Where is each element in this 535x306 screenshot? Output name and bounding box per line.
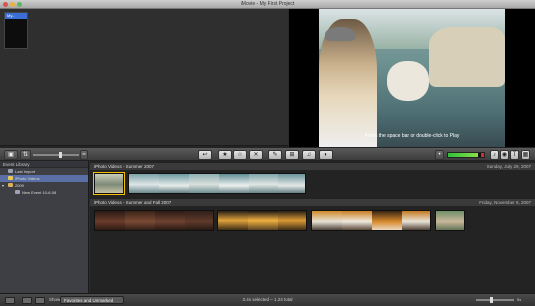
audio-level-fill <box>448 153 478 157</box>
star-filled-icon: ★ <box>222 152 228 158</box>
event-browser: iPhoto Videos - Summer 2007 Sunday, July… <box>90 161 535 293</box>
main-toolbar: ▣ ⇅ ≈ ↩ ★ ☆ ✕ ✎ ⊞ ♫ ◐ • ♪ ◉ T ▦ <box>0 147 535 161</box>
audio-level-meter <box>447 152 485 158</box>
keyword-button[interactable]: ✎ <box>268 150 282 160</box>
window-title: iMovie - My First Project <box>240 1 295 7</box>
event-zoom-slider[interactable] <box>476 297 514 303</box>
event-date: Friday, November 9, 2007 <box>479 200 531 205</box>
crop-icon: ⊞ <box>289 152 295 158</box>
viewer[interactable]: Press the space bar or double-click to P… <box>289 9 535 147</box>
library-item-label: 2009 <box>15 183 24 188</box>
unmark-button[interactable]: ☆ <box>233 150 247 160</box>
folder-icon <box>8 183 13 187</box>
title-bar: iMovie - My First Project <box>0 0 535 9</box>
library-item-label: New Event 10-6-08 <box>22 190 57 195</box>
swap-panes-button[interactable]: ⇅ <box>20 150 31 160</box>
video-clip[interactable] <box>217 210 307 231</box>
video-clip[interactable] <box>435 210 465 231</box>
speaker-icon: ♫ <box>306 152 312 158</box>
import-button[interactable]: ↩ <box>198 150 212 160</box>
video-clip[interactable] <box>128 173 306 194</box>
camera-import-button[interactable]: ▣ <box>4 150 18 160</box>
event-title: iPhoto Videos - Summer and Fall 2007 <box>94 200 172 205</box>
polar-bear <box>387 61 429 101</box>
selection-status: 3.4s selected – 1.24 total <box>242 297 293 302</box>
titles-browser-button[interactable]: T <box>510 150 519 160</box>
project-title-tag: My... <box>5 13 27 19</box>
import-icon: ↩ <box>202 152 208 158</box>
audio-peak-indicator <box>481 153 484 157</box>
x-icon: ✕ <box>253 152 259 158</box>
globe-icon: ▦ <box>522 152 529 158</box>
event-icon <box>15 190 20 194</box>
event-title: iPhoto Videos - Summer 2007 <box>94 164 154 169</box>
viewer-caption: Press the space bar or double-click to P… <box>364 133 460 139</box>
library-item-iphoto-videos[interactable]: iPhoto Videos <box>0 175 88 182</box>
swap-icon: ⇅ <box>22 152 29 158</box>
video-clip[interactable] <box>93 172 125 195</box>
child-figure <box>319 19 377 147</box>
maps-browser-button[interactable]: ▦ <box>521 150 530 160</box>
event-date: Sunday, July 29, 2007 <box>486 164 531 169</box>
favorite-button[interactable]: ★ <box>218 150 232 160</box>
project-thumbnail[interactable]: My... <box>4 12 28 49</box>
music-note-icon: ♪ <box>493 152 496 158</box>
crop-button[interactable]: ⊞ <box>285 150 299 160</box>
preview-frame <box>319 9 505 147</box>
camera-photo-icon: ◉ <box>501 152 508 158</box>
star-outline-icon: ☆ <box>237 152 243 158</box>
film-icon <box>8 169 13 173</box>
disclosure-triangle-icon[interactable]: ▾ <box>2 182 5 188</box>
project-pane: My... 4s total <box>0 9 288 155</box>
thumbnail-duration: 5s <box>517 297 522 302</box>
key-icon: ✎ <box>272 152 278 158</box>
info-icon: ◐ <box>324 152 328 158</box>
thumbnail-size-knob[interactable] <box>59 152 62 158</box>
voiceover-button[interactable]: • <box>435 150 444 160</box>
event-header: iPhoto Videos - Summer and Fall 2007 Fri… <box>90 199 535 206</box>
thumbnail-size-slider[interactable] <box>33 152 79 158</box>
event-zoom-knob[interactable] <box>490 297 493 303</box>
camera-icon: ▣ <box>8 152 14 158</box>
music-browser-button[interactable]: ♪ <box>490 150 499 160</box>
event-library-header: Event Library <box>0 161 88 168</box>
photo-browser-button[interactable]: ◉ <box>500 150 509 160</box>
mic-icon: • <box>438 152 441 158</box>
event-library: Event Library Last Import iPhoto Videos … <box>0 161 89 293</box>
library-item-label: Last Import <box>15 169 36 174</box>
reject-button[interactable]: ✕ <box>249 150 263 160</box>
inspector-button[interactable]: ◐ <box>319 150 333 160</box>
waveform-icon: ≈ <box>82 152 86 158</box>
library-item-new-event[interactable]: New Event 10-6-08 <box>0 189 88 196</box>
library-item-last-import[interactable]: Last Import <box>0 168 88 175</box>
bottom-bar: Show: Favorites and Unmarked 3.4s select… <box>0 293 535 306</box>
library-item-2009[interactable]: ▾ 2009 <box>0 182 88 189</box>
library-item-label: iPhoto Videos <box>15 176 40 181</box>
video-clip[interactable] <box>94 210 214 231</box>
video-clip[interactable] <box>311 210 431 231</box>
waveform-button[interactable]: ≈ <box>80 150 88 160</box>
iphoto-icon <box>8 176 13 180</box>
audio-adjust-button[interactable]: ♫ <box>302 150 316 160</box>
event-header: iPhoto Videos - Summer 2007 Sunday, July… <box>90 163 535 170</box>
title-t-icon: T <box>512 152 517 158</box>
